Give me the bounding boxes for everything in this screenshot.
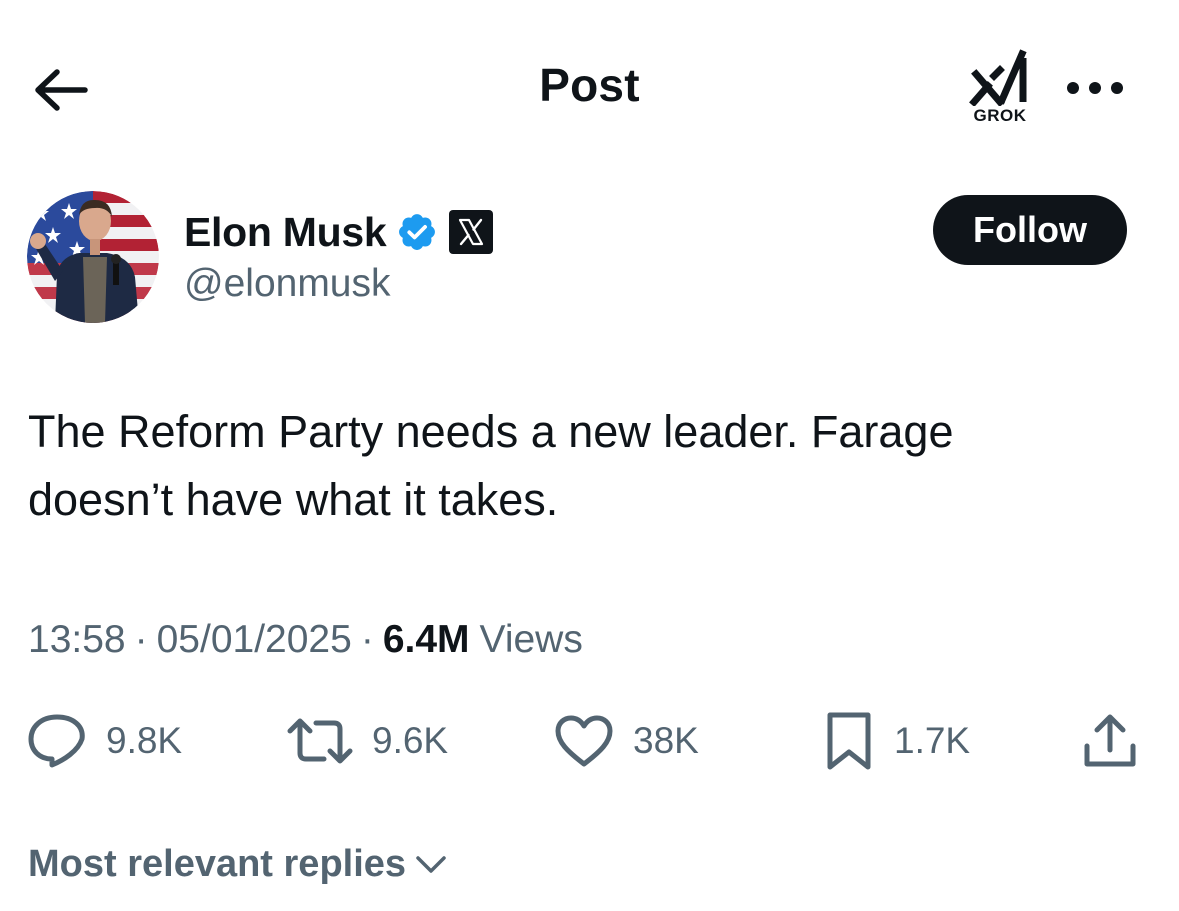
author-name-row: Elon Musk bbox=[184, 204, 494, 260]
share-button[interactable] bbox=[1080, 706, 1140, 776]
post-date: 05/01/2025 bbox=[156, 618, 352, 661]
follow-button[interactable]: Follow bbox=[933, 195, 1127, 265]
grok-label: GROK bbox=[973, 106, 1027, 125]
like-button[interactable]: 38K bbox=[553, 706, 699, 776]
bookmark-button[interactable]: 1.7K bbox=[822, 706, 970, 776]
views-count[interactable]: 6.4M bbox=[383, 618, 470, 662]
repost-arrows-icon bbox=[287, 718, 353, 764]
more-horizontal-icon bbox=[1067, 82, 1123, 94]
heart-icon bbox=[555, 715, 613, 767]
author-handle[interactable]: @elonmusk bbox=[184, 262, 391, 306]
post-time: 13:58 bbox=[28, 618, 126, 661]
meta-separator: · bbox=[360, 618, 374, 661]
back-button[interactable] bbox=[28, 58, 92, 122]
speech-bubble-icon bbox=[28, 714, 85, 768]
post-text: The Reform Party needs a new leader. Far… bbox=[28, 406, 954, 525]
avatar-image bbox=[27, 191, 159, 323]
verified-badge-icon bbox=[399, 214, 436, 250]
share-upload-icon bbox=[1084, 714, 1136, 767]
reply-button[interactable]: 9.8K bbox=[26, 706, 182, 776]
more-options-button[interactable] bbox=[1060, 66, 1130, 110]
views-label: Views bbox=[479, 618, 583, 661]
arrow-left-icon bbox=[35, 69, 88, 111]
repost-count: 9.6K bbox=[372, 720, 449, 761]
replies-sort-dropdown[interactable]: Most relevant replies bbox=[28, 836, 448, 892]
meta-separator: · bbox=[134, 618, 148, 661]
repost-button[interactable]: 9.6K bbox=[286, 706, 448, 776]
post-meta: 13:58 · 05/01/2025 · 6.4M Views bbox=[28, 612, 583, 668]
x-logo-icon bbox=[449, 210, 494, 254]
bookmark-count: 1.7K bbox=[894, 720, 971, 761]
grok-button[interactable]: GROK bbox=[962, 48, 1038, 132]
grok-logo-icon bbox=[969, 49, 1027, 106]
chevron-down-icon bbox=[416, 856, 446, 873]
author-name[interactable]: Elon Musk bbox=[184, 209, 387, 256]
page-title: Post bbox=[539, 59, 640, 111]
avatar[interactable] bbox=[27, 191, 159, 323]
bookmark-icon bbox=[827, 712, 871, 770]
reply-count: 9.8K bbox=[106, 720, 183, 761]
replies-sort-label: Most relevant replies bbox=[28, 842, 407, 885]
like-count: 38K bbox=[633, 720, 699, 761]
